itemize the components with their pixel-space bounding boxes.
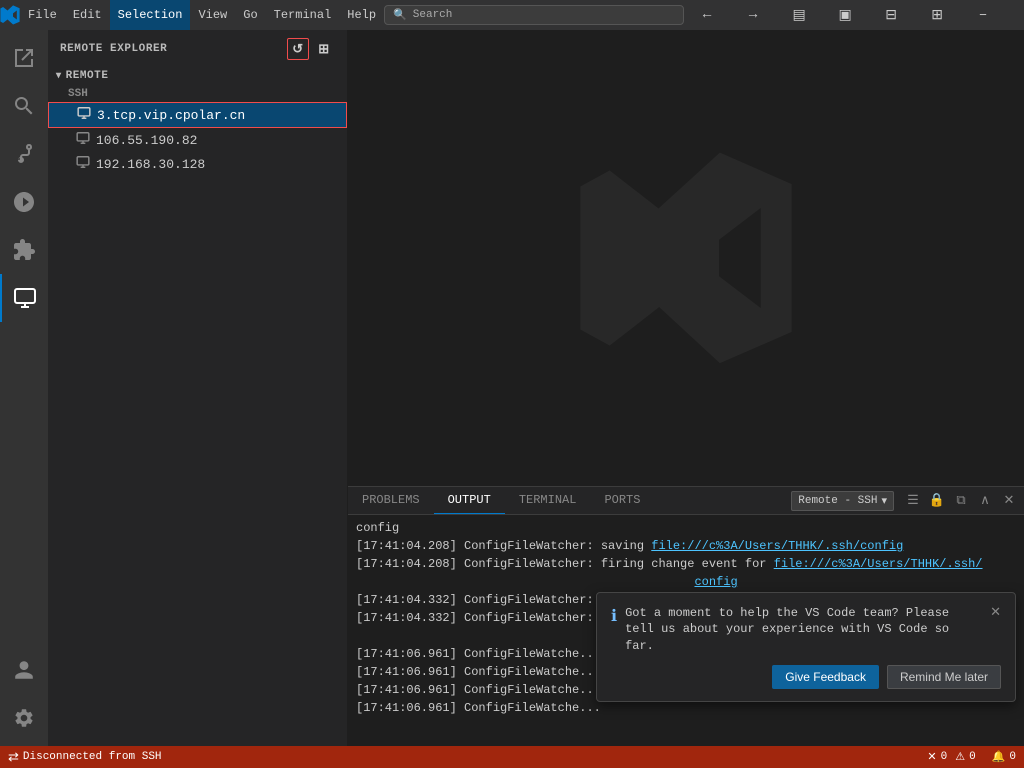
- sidebar-actions: ↺ ⊞: [287, 38, 335, 60]
- log-link-2[interactable]: file:///c%3A/Users/THHK/.ssh/: [774, 557, 983, 571]
- activity-remote-explorer[interactable]: [0, 274, 48, 322]
- new-window-button[interactable]: ⊞: [313, 38, 335, 60]
- info-icon: ℹ: [611, 606, 617, 626]
- ssh-hostname-1: 106.55.190.82: [96, 133, 197, 148]
- feedback-message: Got a moment to help the VS Code team? P…: [625, 605, 982, 655]
- dropdown-chevron-icon: ▾: [881, 494, 887, 508]
- menu-file[interactable]: File: [20, 0, 65, 30]
- sidebar-header: Remote Explorer ↺ ⊞: [48, 30, 347, 66]
- remote-label: Remote: [66, 70, 109, 82]
- ssh-hostname-0: 3.tcp.vip.cpolar.cn: [97, 108, 245, 123]
- window-controls: ← → ▤ ▣ ⊟ ⊞ − □ ✕: [684, 0, 1024, 30]
- feedback-actions: Give Feedback Remind Me later: [611, 665, 1001, 689]
- title-bar: File Edit Selection View Go Terminal Hel…: [0, 0, 1024, 30]
- tab-terminal[interactable]: TERMINAL: [505, 487, 591, 514]
- feedback-close-button[interactable]: ✕: [990, 605, 1001, 620]
- ssh-label: SSH: [48, 86, 347, 102]
- warning-count: 0: [969, 751, 976, 763]
- menu-view[interactable]: View: [190, 0, 235, 30]
- remote-chevron: ▾: [56, 70, 62, 82]
- activity-search[interactable]: [0, 82, 48, 130]
- panel-maximize-button[interactable]: ∧: [974, 490, 996, 512]
- activity-source-control[interactable]: [0, 130, 48, 178]
- app-logo: [0, 5, 20, 25]
- error-icon: ✕: [927, 750, 936, 764]
- feedback-popup-header: ℹ Got a moment to help the VS Code team?…: [611, 605, 1001, 655]
- toggle-panel-button[interactable]: ▣: [822, 0, 868, 30]
- ssh-item-1[interactable]: 106.55.190.82: [48, 128, 347, 152]
- error-count: 0: [941, 751, 948, 763]
- monitor-icon-0: [77, 106, 91, 124]
- sidebar-title: Remote Explorer: [60, 43, 167, 55]
- monitor-icon-2: [76, 155, 90, 173]
- sidebar: Remote Explorer ↺ ⊞ ▾ Remote SSH 3.tcp.v…: [48, 30, 348, 746]
- search-icon: 🔍: [393, 8, 407, 22]
- nav-back-button[interactable]: ←: [684, 0, 730, 30]
- menu-help[interactable]: Help: [339, 0, 384, 30]
- output-dropdown-label: Remote - SSH: [798, 495, 877, 507]
- toggle-panel2-button[interactable]: ⊟: [868, 0, 914, 30]
- ssh-item-2[interactable]: 192.168.30.128: [48, 152, 347, 176]
- main-area: Remote Explorer ↺ ⊞ ▾ Remote SSH 3.tcp.v…: [0, 30, 1024, 746]
- log-line-2: [17:41:04.208] ConfigFileWatcher: firing…: [356, 555, 1016, 591]
- log-line-1: [17:41:04.208] ConfigFileWatcher: saving…: [356, 537, 1016, 555]
- title-bar-search-area: 🔍 Search: [384, 5, 684, 25]
- ssh-hostname-2: 192.168.30.128: [96, 157, 205, 172]
- notif-count: 0: [1009, 751, 1016, 763]
- status-bar: ⇄ Disconnected from SSH ✕ 0 ⚠ 0 🔔 0: [0, 746, 1024, 768]
- activity-settings[interactable]: [0, 694, 48, 742]
- ssh-item-0[interactable]: 3.tcp.vip.cpolar.cn: [48, 102, 347, 128]
- panel-menu-button[interactable]: ☰: [902, 490, 924, 512]
- feedback-popup: ℹ Got a moment to help the VS Code team?…: [596, 592, 1016, 702]
- editor-area: PROBLEMS OUTPUT TERMINAL PORTS Remote - …: [348, 30, 1024, 746]
- search-placeholder: Search: [413, 9, 453, 21]
- remind-later-button[interactable]: Remind Me later: [887, 665, 1001, 689]
- tab-problems[interactable]: PROBLEMS: [348, 487, 434, 514]
- toggle-sidebar-button[interactable]: ▤: [776, 0, 822, 30]
- tab-ports[interactable]: PORTS: [590, 487, 654, 514]
- panel: PROBLEMS OUTPUT TERMINAL PORTS Remote - …: [348, 486, 1024, 746]
- panel-lock-button[interactable]: 🔒: [926, 490, 948, 512]
- menu-selection[interactable]: Selection: [110, 0, 191, 30]
- layout-button[interactable]: ⊞: [914, 0, 960, 30]
- give-feedback-button[interactable]: Give Feedback: [772, 665, 879, 689]
- nav-forward-button[interactable]: →: [730, 0, 776, 30]
- maximize-button[interactable]: □: [1006, 0, 1024, 30]
- log-link-2b[interactable]: config: [694, 575, 737, 589]
- activity-explorer[interactable]: [0, 34, 48, 82]
- warning-icon: ⚠: [955, 750, 965, 764]
- remote-section: ▾ Remote SSH 3.tcp.vip.cpolar.cn 106.55.…: [48, 66, 347, 176]
- menu-go[interactable]: Go: [235, 0, 265, 30]
- status-errors[interactable]: ✕ 0 ⚠ 0: [919, 746, 983, 768]
- menu-terminal[interactable]: Terminal: [266, 0, 340, 30]
- activity-bar: [0, 30, 48, 746]
- output-dropdown[interactable]: Remote - SSH ▾: [791, 491, 894, 511]
- ssh-icon: ⇄: [8, 750, 19, 765]
- vscode-watermark: [348, 30, 1024, 486]
- ssh-status-text: Disconnected from SSH: [23, 751, 162, 763]
- bell-icon: 🔔: [992, 750, 1006, 764]
- log-line-0: config: [356, 519, 1016, 537]
- refresh-button[interactable]: ↺: [287, 38, 309, 60]
- log-link-1[interactable]: file:///c%3A/Users/THHK/.ssh/config: [651, 539, 903, 553]
- activity-run[interactable]: [0, 178, 48, 226]
- monitor-icon-1: [76, 131, 90, 149]
- activity-extensions[interactable]: [0, 226, 48, 274]
- panel-tabs: PROBLEMS OUTPUT TERMINAL PORTS Remote - …: [348, 487, 1024, 515]
- status-ssh-connection[interactable]: ⇄ Disconnected from SSH: [0, 746, 170, 768]
- activity-accounts[interactable]: [0, 646, 48, 694]
- tab-output[interactable]: OUTPUT: [434, 487, 505, 514]
- search-box[interactable]: 🔍 Search: [384, 5, 684, 25]
- remote-section-header[interactable]: ▾ Remote: [48, 66, 347, 86]
- panel-action-buttons: ☰ 🔒 ⧉ ∧ ✕: [898, 490, 1024, 512]
- minimize-button[interactable]: −: [960, 0, 1006, 30]
- menu-bar: File Edit Selection View Go Terminal Hel…: [20, 0, 384, 30]
- status-notifications[interactable]: 🔔 0: [984, 746, 1024, 768]
- panel-close-button[interactable]: ✕: [998, 490, 1020, 512]
- panel-copy-button[interactable]: ⧉: [950, 490, 972, 512]
- menu-edit[interactable]: Edit: [65, 0, 110, 30]
